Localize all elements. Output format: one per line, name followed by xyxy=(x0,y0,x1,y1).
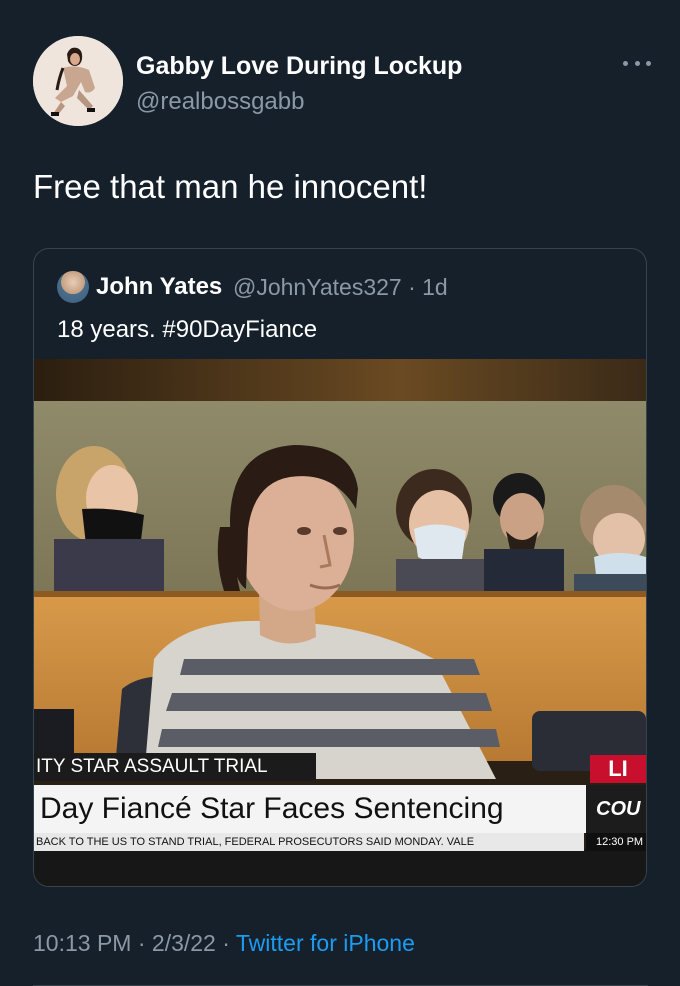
quoted-media-image[interactable]: ITY STAR ASSAULT TRIAL LI Day Fiancé Sta… xyxy=(34,359,646,886)
more-dot xyxy=(623,60,628,66)
meta-separator: · xyxy=(215,930,236,956)
news-banner-top: ITY STAR ASSAULT TRIAL xyxy=(34,753,316,781)
news-live-badge: LI xyxy=(590,755,646,783)
author-handle[interactable]: @realbossgabb xyxy=(136,88,304,116)
quoted-author-handle-time: @JohnYates327 · 1d xyxy=(233,274,448,300)
tweet-time[interactable]: 10:13 PM xyxy=(33,930,131,956)
quoted-tweet-text: 18 years. #90DayFiance xyxy=(57,316,318,343)
tweet-source-link[interactable]: Twitter for iPhone xyxy=(236,930,415,956)
news-network-logo: COU xyxy=(586,785,646,833)
more-dot xyxy=(634,60,640,66)
quoted-tweet[interactable]: John Yates @JohnYates327 · 1d 18 years. … xyxy=(33,248,647,887)
news-lower-third: ITY STAR ASSAULT TRIAL LI Day Fiancé Sta… xyxy=(34,753,646,851)
author-name[interactable]: Gabby Love During Lockup xyxy=(136,52,462,81)
more-dot xyxy=(646,60,651,66)
tweet-date[interactable]: 2/3/22 xyxy=(152,930,216,956)
quoted-author-avatar[interactable] xyxy=(57,271,89,303)
author-avatar[interactable] xyxy=(33,36,123,126)
quoted-author-name: John Yates xyxy=(96,273,223,300)
tweet-header: Gabby Love During Lockup @realbossgabb xyxy=(33,36,651,128)
news-ticker: BACK TO THE US TO STAND TRIAL, FEDERAL P… xyxy=(34,833,584,851)
more-horizontal-icon[interactable] xyxy=(623,58,651,68)
tweet-metadata: 10:13 PM · 2/3/22 · Twitter for iPhone xyxy=(33,930,415,957)
meta-separator: · xyxy=(131,930,152,956)
news-clock: 12:30 PM xyxy=(586,833,646,851)
tweet-text: Free that man he innocent! xyxy=(33,168,428,205)
news-headline: Day Fiancé Star Faces Sentencing xyxy=(34,785,588,833)
